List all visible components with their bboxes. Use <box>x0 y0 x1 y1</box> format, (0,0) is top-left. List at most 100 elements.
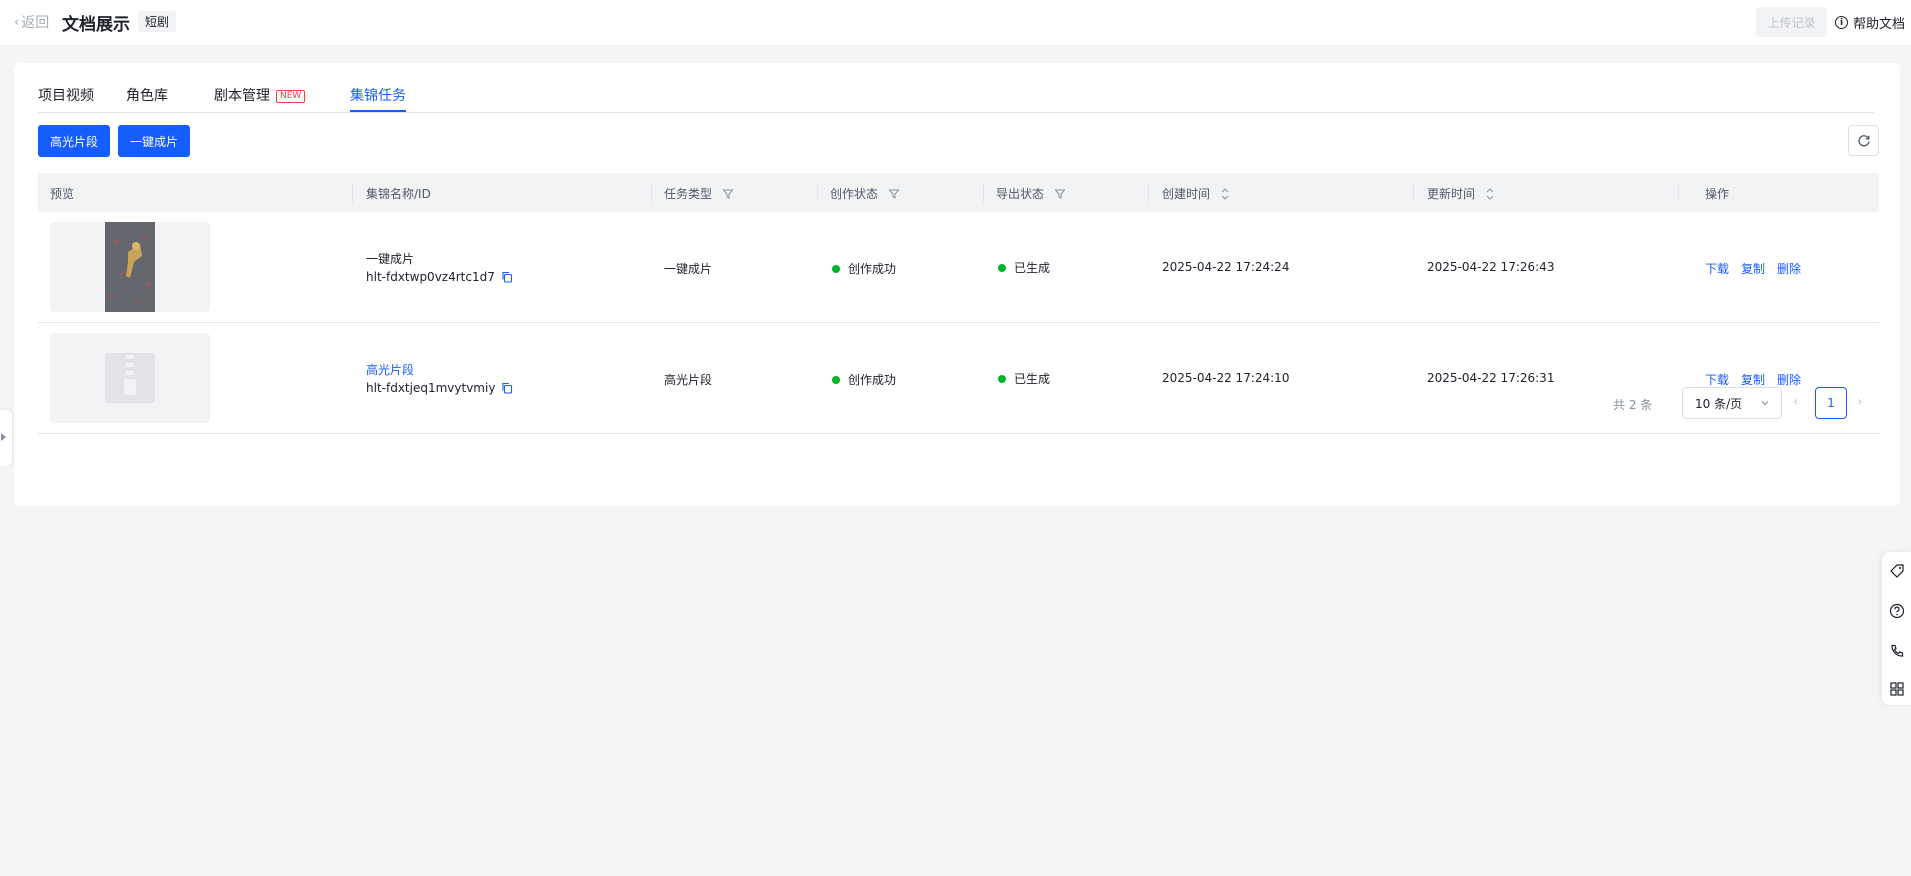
table-header: 预览 集锦名称/ID 任务类型 创作状态 导出状态 创建时间 更新时间 操作 <box>38 173 1879 212</box>
prev-page-button[interactable]: ‹ <box>1793 394 1799 410</box>
create-status: 创作成功 <box>832 260 896 277</box>
highlight-clip-button[interactable]: 高光片段 <box>38 125 110 157</box>
help-docs-link[interactable]: i 帮助文档 <box>1835 13 1905 32</box>
filter-icon[interactable] <box>888 188 900 200</box>
copy-icon[interactable] <box>501 271 513 283</box>
back-label: 返回 <box>21 15 50 31</box>
col-create-status-label: 创作状态 <box>830 187 879 201</box>
column-divider <box>817 183 818 203</box>
copy-link[interactable]: 复制 <box>1741 262 1765 276</box>
video-thumbnail[interactable] <box>50 222 210 312</box>
export-status: 已生成 <box>998 259 1050 276</box>
task-id-text: hlt-fdxtwp0vz4rtc1d7 <box>366 270 495 284</box>
copy-link[interactable]: 复制 <box>1741 373 1765 387</box>
column-divider <box>352 183 353 203</box>
col-create-status: 创作状态 <box>830 185 900 202</box>
page-title: 文档展示 <box>62 15 130 35</box>
main-card: 项目视频 角色库 剧本管理 NEW 集锦任务 高光片段 一键成片 预览 集锦名称/… <box>14 63 1900 506</box>
export-status-text: 已生成 <box>1014 372 1051 386</box>
sidebar-toggle[interactable] <box>0 410 12 466</box>
chevron-left-icon: ‹ <box>14 14 20 30</box>
top-bar: ‹ 返回 文档展示 短剧 上传记录 i 帮助文档 <box>0 0 1911 46</box>
column-divider <box>1148 183 1149 203</box>
task-type: 高光片段 <box>664 373 713 387</box>
table-row: 高光片段 hlt-fdxtjeq1mvytvmiy 高光片段 创作成功 已生成 … <box>38 323 1879 434</box>
status-dot <box>832 375 840 384</box>
page-size-value: 10 条/页 <box>1695 396 1743 411</box>
filter-icon[interactable] <box>1054 188 1066 200</box>
help-label: 帮助文档 <box>1853 17 1906 32</box>
col-created-at: 创建时间 <box>1162 185 1230 202</box>
row-actions: 下载 复制 删除 <box>1705 371 1813 388</box>
task-type: 一键成片 <box>664 262 713 276</box>
tab-project-videos[interactable]: 项目视频 <box>38 85 94 105</box>
created-at: 2025-04-22 17:24:24 <box>1162 260 1290 274</box>
floating-toolbar <box>1882 552 1911 705</box>
upload-records-button[interactable]: 上传记录 <box>1756 7 1827 37</box>
task-id: hlt-fdxtwp0vz4rtc1d7 <box>366 270 513 284</box>
tab-highlight-tasks[interactable]: 集锦任务 <box>350 85 406 105</box>
col-task-type-label: 任务类型 <box>664 187 713 201</box>
created-at: 2025-04-22 17:24:10 <box>1162 371 1290 385</box>
thumbnail-image <box>105 222 155 312</box>
col-updated-at: 更新时间 <box>1427 185 1495 202</box>
export-status: 已生成 <box>998 370 1050 387</box>
column-divider <box>1678 183 1679 203</box>
next-page-button[interactable]: › <box>1857 394 1863 410</box>
table-row: 一键成片 hlt-fdxtwp0vz4rtc1d7 一键成片 创作成功 已生成 … <box>38 212 1879 323</box>
status-dot <box>832 264 840 273</box>
status-dot <box>998 374 1006 383</box>
col-name-id: 集锦名称/ID <box>366 187 431 201</box>
create-status: 创作成功 <box>832 371 896 388</box>
phone-icon[interactable] <box>1889 643 1905 659</box>
column-divider <box>651 183 652 203</box>
updated-at: 2025-04-22 17:26:31 <box>1427 371 1555 385</box>
col-created-at-label: 创建时间 <box>1162 187 1211 201</box>
help-icon[interactable] <box>1889 603 1905 619</box>
col-task-type: 任务类型 <box>664 185 734 202</box>
download-link[interactable]: 下载 <box>1705 373 1729 387</box>
task-name: 一键成片 <box>366 252 415 266</box>
page-size-select[interactable]: 10 条/页 <box>1682 387 1782 419</box>
col-updated-at-label: 更新时间 <box>1427 187 1476 201</box>
tab-bar: 项目视频 角色库 剧本管理 NEW 集锦任务 <box>38 77 1874 113</box>
col-export-status: 导出状态 <box>996 185 1066 202</box>
col-preview: 预览 <box>50 187 75 201</box>
page-number-button[interactable]: 1 <box>1815 387 1847 419</box>
task-name-link[interactable]: 高光片段 <box>366 361 414 378</box>
one-click-video-button[interactable]: 一键成片 <box>118 125 190 157</box>
pagination-total: 共 2 条 <box>1613 398 1653 412</box>
refresh-icon <box>1857 134 1870 146</box>
updated-at: 2025-04-22 17:26:43 <box>1427 260 1555 274</box>
create-status-text: 创作成功 <box>848 373 897 387</box>
tag-icon[interactable] <box>1889 563 1905 579</box>
column-divider <box>983 183 984 203</box>
placeholder-image-icon <box>105 353 155 403</box>
copy-icon[interactable] <box>501 382 513 394</box>
delete-link[interactable]: 删除 <box>1777 373 1801 387</box>
refresh-button[interactable] <box>1848 125 1879 156</box>
create-status-text: 创作成功 <box>848 262 897 276</box>
new-badge: NEW <box>276 90 306 103</box>
col-export-status-label: 导出状态 <box>996 187 1045 201</box>
export-status-text: 已生成 <box>1014 261 1051 275</box>
download-link[interactable]: 下载 <box>1705 262 1729 276</box>
tab-label: 剧本管理 <box>214 88 270 104</box>
row-actions: 下载 复制 删除 <box>1705 260 1813 277</box>
task-id-text: hlt-fdxtjeq1mvytvmiy <box>366 381 496 395</box>
expand-arrow-icon <box>1 433 6 441</box>
sort-icon[interactable] <box>1220 187 1230 201</box>
tab-character-library[interactable]: 角色库 <box>126 85 168 105</box>
status-dot <box>998 263 1006 272</box>
col-actions: 操作 <box>1705 187 1730 201</box>
apps-grid-icon[interactable] <box>1889 681 1905 697</box>
tab-script-management[interactable]: 剧本管理 NEW <box>214 85 306 105</box>
column-divider <box>1413 183 1414 203</box>
delete-link[interactable]: 删除 <box>1777 262 1801 276</box>
filter-icon[interactable] <box>722 188 734 200</box>
back-button[interactable]: ‹ 返回 <box>14 12 49 32</box>
active-tab-indicator <box>350 110 406 112</box>
sort-icon[interactable] <box>1485 187 1495 201</box>
video-thumbnail[interactable] <box>50 333 210 423</box>
info-icon: i <box>1835 16 1848 29</box>
